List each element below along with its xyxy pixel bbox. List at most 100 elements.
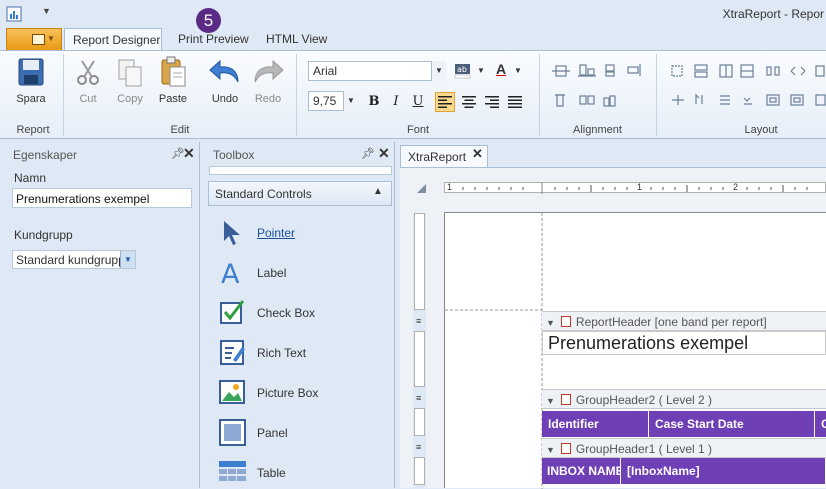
band-report-header[interactable]: ▼ ReportHeader [one band per report]	[542, 311, 826, 331]
font-name-combo[interactable]: Arial	[308, 61, 446, 81]
report-title-label[interactable]: Prenumerations exempel	[542, 331, 826, 355]
align-right-button[interactable]	[482, 92, 502, 112]
close-icon[interactable]: ✕	[183, 145, 195, 162]
chevron-down-icon[interactable]: ▼	[477, 66, 485, 75]
paste-button[interactable]: Paste	[154, 56, 192, 108]
cell-inbox-name-field[interactable]: [InboxName]	[621, 458, 826, 484]
kundgrupp-select[interactable]: Standard kundgrupp	[12, 250, 136, 269]
underline-button[interactable]: U	[408, 92, 428, 112]
properties-title: Egenskaper	[13, 148, 78, 162]
cell-inbox-name-label[interactable]: INBOX NAME	[542, 458, 621, 484]
justify-button[interactable]	[505, 92, 525, 112]
chevron-down-icon[interactable]: ▼	[343, 91, 358, 111]
collapse-triangle-icon[interactable]: ▼	[546, 318, 555, 328]
band-icon	[560, 316, 571, 327]
ruler-corner-icon	[417, 184, 426, 193]
namn-input[interactable]: Prenumerations exempel	[12, 188, 192, 208]
namn-label: Namn	[14, 171, 47, 185]
ruler-ticks	[462, 183, 808, 194]
band-grip-icon[interactable]: ≡	[416, 316, 421, 326]
group-label-edit: Edit	[170, 124, 190, 136]
ribbon-separator	[296, 54, 297, 136]
app-icon[interactable]	[6, 6, 22, 22]
tab-report-designer[interactable]: Report Designer	[64, 28, 162, 51]
undo-button[interactable]: Undo	[205, 56, 245, 108]
close-icon[interactable]: ✕	[378, 145, 390, 162]
file-dropdown-icon: ▼	[47, 34, 55, 43]
label-icon: A	[221, 259, 240, 286]
justify-icon	[508, 96, 522, 108]
tool-table[interactable]: Table	[218, 458, 388, 488]
italic-button[interactable]: I	[386, 92, 406, 112]
band-grip-icon[interactable]: ≡	[416, 442, 421, 452]
group-label-alignment: Alignment	[573, 124, 622, 136]
paste-label: Paste	[158, 93, 188, 105]
title-bar	[0, 0, 826, 28]
header-cell-identifier[interactable]: Identifier	[542, 411, 649, 437]
band-caption: ReportHeader [one band per report]	[575, 315, 767, 329]
paste-icon	[161, 56, 186, 87]
redo-icon	[254, 59, 284, 83]
tab-html-view[interactable]: HTML View	[258, 28, 335, 51]
band-icon	[560, 443, 571, 454]
band-caption: GroupHeader1 ( Level 1 )	[575, 442, 712, 456]
svg-text:A: A	[221, 259, 240, 286]
chevron-down-icon[interactable]: ▼	[514, 66, 522, 75]
redo-button[interactable]: Redo	[248, 56, 288, 108]
save-label: Spara	[16, 93, 46, 105]
tool-panel[interactable]: Panel	[218, 418, 388, 448]
save-button[interactable]: Spara	[10, 56, 52, 108]
band-icon	[560, 394, 571, 405]
font-color-button[interactable]: A	[492, 61, 510, 81]
band-group-header1[interactable]: ▼ GroupHeader1 ( Level 1 )	[542, 438, 826, 458]
alignment-icons	[552, 64, 641, 107]
pin-icon[interactable]: 📌︎	[361, 147, 375, 160]
group-label-report: Report	[16, 124, 50, 136]
toolbox-filter[interactable]	[209, 166, 392, 175]
file-tab[interactable]: ▼	[6, 28, 62, 50]
copy-button[interactable]: Copy	[112, 56, 148, 108]
align-center-button[interactable]	[459, 92, 479, 112]
ruler-segment	[414, 331, 425, 387]
collapse-triangle-icon[interactable]: ▼	[546, 396, 555, 406]
header-cell-truncated[interactable]: C	[815, 411, 826, 437]
ruler-segment	[414, 213, 425, 310]
undo-label: Undo	[211, 93, 239, 105]
quick-access-dropdown-icon[interactable]: ▼	[42, 6, 51, 16]
close-icon[interactable]: ✕	[472, 146, 483, 162]
collapse-triangle-icon[interactable]: ▼	[546, 445, 555, 455]
cut-button[interactable]: Cut	[70, 56, 106, 108]
tool-pointer[interactable]: Pointer	[218, 218, 388, 248]
undo-icon	[209, 59, 239, 83]
file-menu-icon	[32, 34, 45, 45]
align-left-icon	[438, 96, 452, 108]
bold-button[interactable]: B	[364, 92, 384, 112]
pointer-icon	[224, 221, 240, 245]
chevron-down-icon[interactable]: ▼	[431, 61, 446, 81]
band-grip-icon[interactable]: ≡	[416, 393, 421, 403]
align-center-icon	[462, 96, 476, 108]
align-left-button[interactable]	[435, 92, 455, 112]
horizontal-ruler[interactable]: 1 1 2	[444, 182, 826, 194]
header-cell-case-start-date[interactable]: Case Start Date	[649, 411, 815, 437]
tool-label: Table	[257, 466, 286, 480]
ruler-label: 1	[447, 182, 453, 192]
highlight-color-button[interactable]: ab	[454, 63, 472, 79]
panel-icon	[219, 419, 246, 446]
tool-picture-box[interactable]: Picture Box	[218, 378, 388, 408]
tool-rich-text[interactable]: Rich Text	[218, 338, 388, 368]
font-color-icon: A	[495, 61, 507, 77]
vertical-ruler[interactable]: ≡ ≡ ≡	[413, 213, 426, 488]
chevron-down-icon[interactable]: ▼	[120, 251, 135, 268]
floppy-disk-icon	[18, 58, 44, 86]
ruler-label: 1	[637, 182, 643, 192]
scissors-icon	[77, 60, 99, 85]
tool-label-control[interactable]: A Label	[218, 258, 388, 288]
chevron-up-icon[interactable]: ▲	[373, 186, 383, 197]
align-right-icon	[485, 96, 499, 108]
band-group-header2[interactable]: ▼ GroupHeader2 ( Level 2 )	[542, 389, 826, 409]
layout-tools	[668, 62, 826, 112]
toolbox-section-header[interactable]: Standard Controls	[208, 181, 392, 206]
tool-check-box[interactable]: Check Box	[218, 298, 388, 328]
ruler-segment	[414, 408, 425, 436]
